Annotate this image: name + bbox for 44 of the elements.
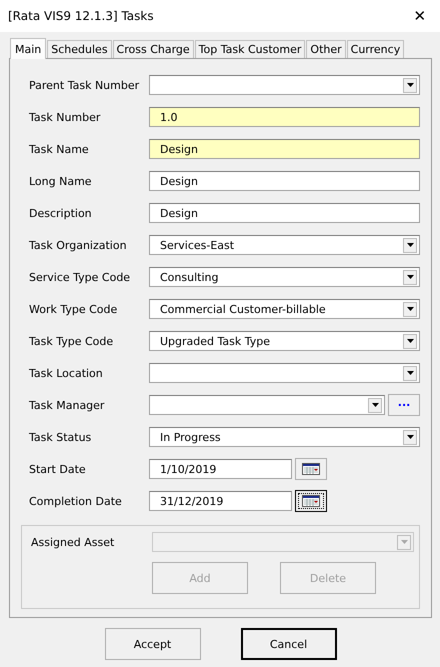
field-label: Start Date [29,462,87,476]
field-label: Task Location [29,366,104,380]
text-field[interactable]: Design [149,171,420,191]
calendar-button[interactable] [295,490,327,512]
dropdown[interactable]: Services-East [149,235,420,255]
tab[interactable]: Main [10,38,46,59]
field-label: Description [29,206,93,220]
text-field[interactable]: Design [149,203,420,223]
dropdown[interactable]: Upgraded Task Type [149,331,420,351]
calendar-button[interactable] [295,458,327,480]
field-label: Task Organization [29,238,128,252]
tab[interactable]: Other [306,40,346,58]
date-field[interactable]: 1/10/2019 [149,459,292,479]
field-label: Parent Task Number [29,78,140,92]
date-field[interactable]: 31/12/2019 [149,491,292,511]
lookup-button[interactable]: ... [388,394,420,416]
dropdown[interactable] [149,363,420,383]
field-label: Task Status [29,430,92,444]
text-field[interactable]: Design [149,139,420,159]
close-button[interactable]: ✕ [400,1,440,31]
field-label: Task Number [29,110,102,124]
calendar-icon [302,495,320,507]
dropdown[interactable]: In Progress [149,427,420,447]
field-label: Task Name [29,142,90,156]
dropdown[interactable]: Commercial Customer-billable [149,299,420,319]
dropdown[interactable]: Consulting [149,267,420,287]
dropdown[interactable] [149,75,420,95]
field-label: Completion Date [29,494,123,508]
dropdown[interactable] [149,395,386,415]
tab[interactable]: Top Task Customer [194,40,306,58]
field-label: Task Type Code [29,334,114,348]
tab[interactable]: Schedules [47,40,112,58]
field-label: Service Type Code [29,270,132,284]
field-label: Work Type Code [29,302,118,316]
dialog-button[interactable]: Cancel [240,628,336,660]
calendar-icon [302,463,320,475]
text-field[interactable]: 1.0 [149,107,420,127]
field-label: Task Manager [29,398,106,412]
field-label: Assigned Asset [31,536,116,548]
tab[interactable]: Cross Charge [112,40,194,58]
dialog-button[interactable]: Accept [104,628,200,660]
field-label: Long Name [29,174,93,188]
window-title: [Rata VIS9 12.1.3] Tasks [8,9,154,23]
tab[interactable]: Currency [346,40,404,58]
